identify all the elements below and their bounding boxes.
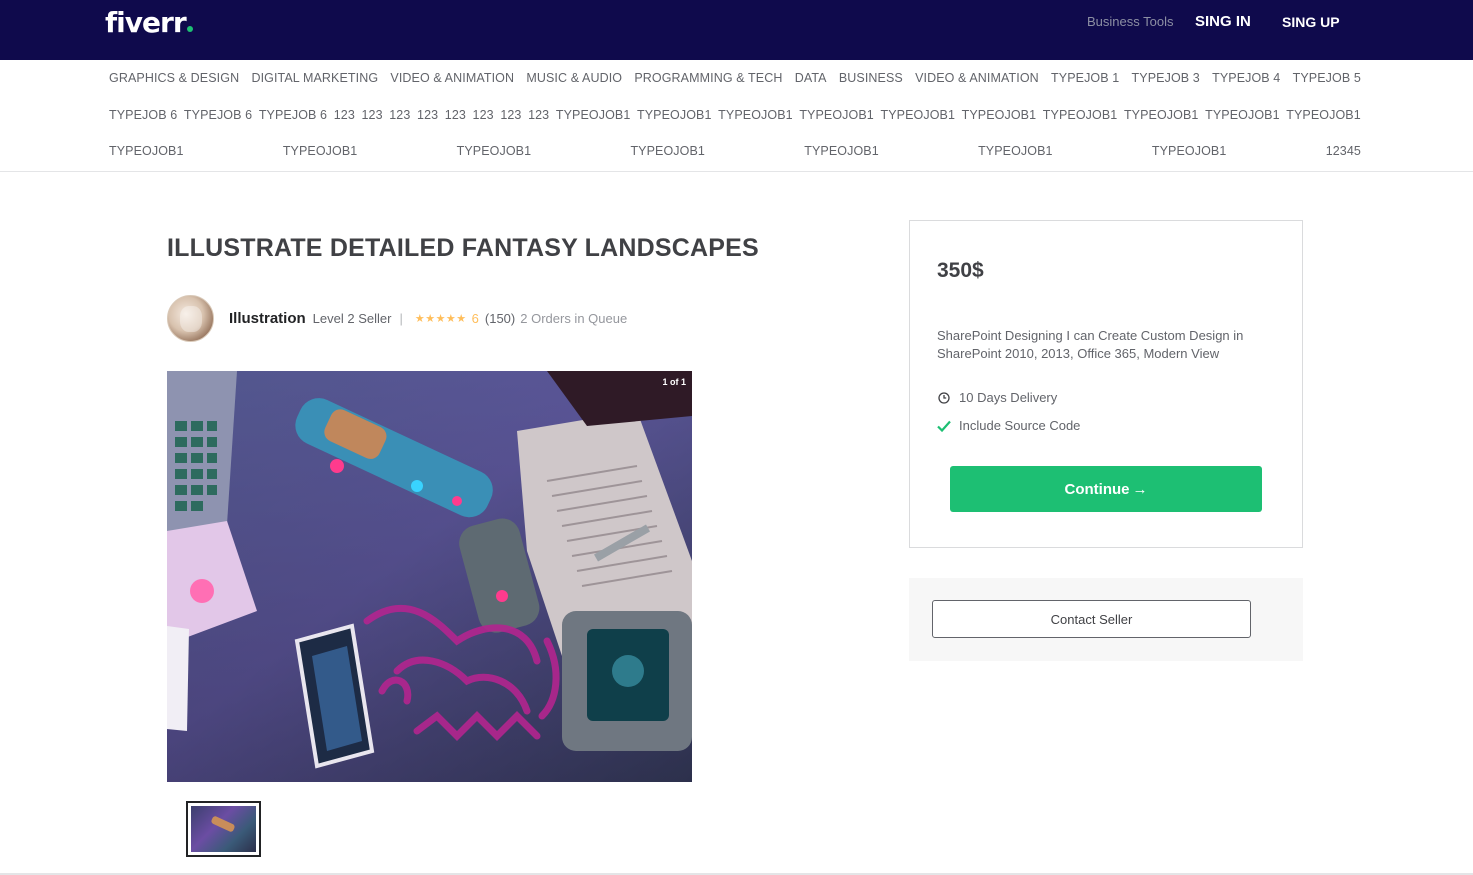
category-link[interactable]: VIDEO & ANIMATION <box>915 71 1039 85</box>
category-link[interactable]: 123 <box>334 108 355 122</box>
category-link[interactable]: 123 <box>445 108 466 122</box>
category-row-2: TYPEJOB 6 TYPEJOB 6 TYPEJOB 6 123 123 123 123 1… <box>109 106 1361 124</box>
category-row-1: GRAPHICS & DESIGN DIGITAL MARKETING VIDEO … <box>109 69 1361 87</box>
continue-label: Continue <box>1064 480 1130 498</box>
gallery-thumbnail[interactable] <box>186 801 261 857</box>
category-link[interactable]: TYPEJOB 6 <box>109 108 177 122</box>
top-header: fiverr Business Tools SING IN SING UP <box>0 0 1473 60</box>
clock-icon <box>937 391 951 405</box>
sign-up-link[interactable]: SING UP <box>1282 0 1340 44</box>
category-link[interactable]: TYPEOJOB1 <box>718 108 793 122</box>
gig-gallery-image[interactable]: 1 of 1 <box>167 371 692 782</box>
category-link[interactable]: GRAPHICS & DESIGN <box>109 71 239 85</box>
rating-score: 6 <box>471 310 479 326</box>
category-link[interactable]: TYPEOJOB1 <box>109 144 184 158</box>
category-link[interactable]: TYPEOJOB1 <box>556 108 631 122</box>
category-link[interactable]: TYPEOJOB1 <box>1205 108 1280 122</box>
category-link[interactable]: 123 <box>389 108 410 122</box>
category-link[interactable]: MUSIC & AUDIO <box>526 71 622 85</box>
divider: | <box>399 310 403 326</box>
category-link[interactable]: TYPEJOB 6 <box>184 108 252 122</box>
gallery-counter: 1 of 1 <box>662 377 686 387</box>
contact-seller-section: Contact Seller <box>909 578 1303 661</box>
category-link[interactable]: TYPEOJOB1 <box>630 144 705 158</box>
seller-level: Level 2 Seller <box>312 310 392 326</box>
category-row-3: TYPEOJOB1 TYPEOJOB1 TYPEOJOB1 TYPEOJOB1 TYPE… <box>109 142 1361 160</box>
category-link[interactable]: TYPEJOB 1 <box>1051 71 1119 85</box>
category-link[interactable]: TYPEJOB 6 <box>259 108 327 122</box>
category-link[interactable]: TYPEOJOB1 <box>1124 108 1199 122</box>
arrow-right-icon: → <box>1132 480 1148 498</box>
category-link[interactable]: TYPEOJOB1 <box>283 144 358 158</box>
source-code-text: Include Source Code <box>959 418 1081 433</box>
category-link[interactable]: TYPEOJOB1 <box>804 144 879 158</box>
category-link[interactable]: TYPEJOB 3 <box>1132 71 1200 85</box>
category-link[interactable]: BUSINESS <box>839 71 903 85</box>
seller-name-link[interactable]: Illustration <box>229 310 306 327</box>
seller-overview: Illustration Level 2 Seller | ★★★★★ 6 (1… <box>167 294 627 342</box>
delivery-text: 10 Days Delivery <box>959 390 1058 405</box>
rating-stars-icon: ★★★★★ <box>414 312 467 325</box>
category-link[interactable]: TYPEOJOB1 <box>457 144 532 158</box>
sign-in-link[interactable]: SING IN <box>1195 0 1251 44</box>
gig-title: ILLUSTRATE DETAILED FANTASY LANDSCAPES <box>167 234 759 262</box>
category-link[interactable]: TYPEOJOB1 <box>978 144 1053 158</box>
category-link[interactable]: 123 <box>473 108 494 122</box>
package-card: 350$ SharePoint Designing I can Create C… <box>909 220 1303 548</box>
category-link[interactable]: PROGRAMMING & TECH <box>634 71 782 85</box>
check-icon <box>937 419 951 433</box>
category-link[interactable]: TYPEJOB 4 <box>1212 71 1280 85</box>
thumbnail-image <box>191 806 256 852</box>
category-link[interactable]: TYPEOJOB1 <box>637 108 712 122</box>
category-link[interactable]: VIDEO & ANIMATION <box>390 71 514 85</box>
contact-seller-button[interactable]: Contact Seller <box>932 600 1251 638</box>
seller-avatar[interactable] <box>167 294 214 342</box>
fiverr-logo[interactable]: fiverr <box>105 6 193 39</box>
package-price: 350$ <box>937 259 984 282</box>
rating-count[interactable]: (150) <box>485 311 515 326</box>
category-link[interactable]: TYPEOJOB1 <box>962 108 1037 122</box>
category-nav: GRAPHICS & DESIGN DIGITAL MARKETING VIDEO … <box>0 60 1473 172</box>
category-link[interactable]: 12345 <box>1326 144 1361 158</box>
orders-in-queue: 2 Orders in Queue <box>520 310 628 326</box>
gallery-artwork <box>167 371 692 782</box>
continue-button[interactable]: Continue → <box>950 466 1262 512</box>
category-link[interactable]: TYPEOJOB1 <box>880 108 955 122</box>
category-link[interactable]: 123 <box>528 108 549 122</box>
business-tools-link[interactable]: Business Tools <box>1087 0 1173 44</box>
category-link[interactable]: DATA <box>795 71 827 85</box>
source-code-feature: Include Source Code <box>937 418 1080 433</box>
category-link[interactable]: TYPEOJOB1 <box>1043 108 1118 122</box>
category-link[interactable]: DIGITAL MARKETING <box>251 71 378 85</box>
category-link[interactable]: TYPEOJOB1 <box>1286 108 1361 122</box>
category-link[interactable]: 123 <box>500 108 521 122</box>
logo-dot-icon <box>186 26 193 32</box>
delivery-feature: 10 Days Delivery <box>937 390 1057 405</box>
category-link[interactable]: 123 <box>361 108 382 122</box>
package-description: SharePoint Designing I can Create Custom… <box>937 328 1244 361</box>
category-link[interactable]: 123 <box>417 108 438 122</box>
category-link[interactable]: TYPEOJOB1 <box>799 108 874 122</box>
category-link[interactable]: TYPEOJOB1 <box>1152 144 1227 158</box>
category-link[interactable]: TYPEJOB 5 <box>1293 71 1361 85</box>
